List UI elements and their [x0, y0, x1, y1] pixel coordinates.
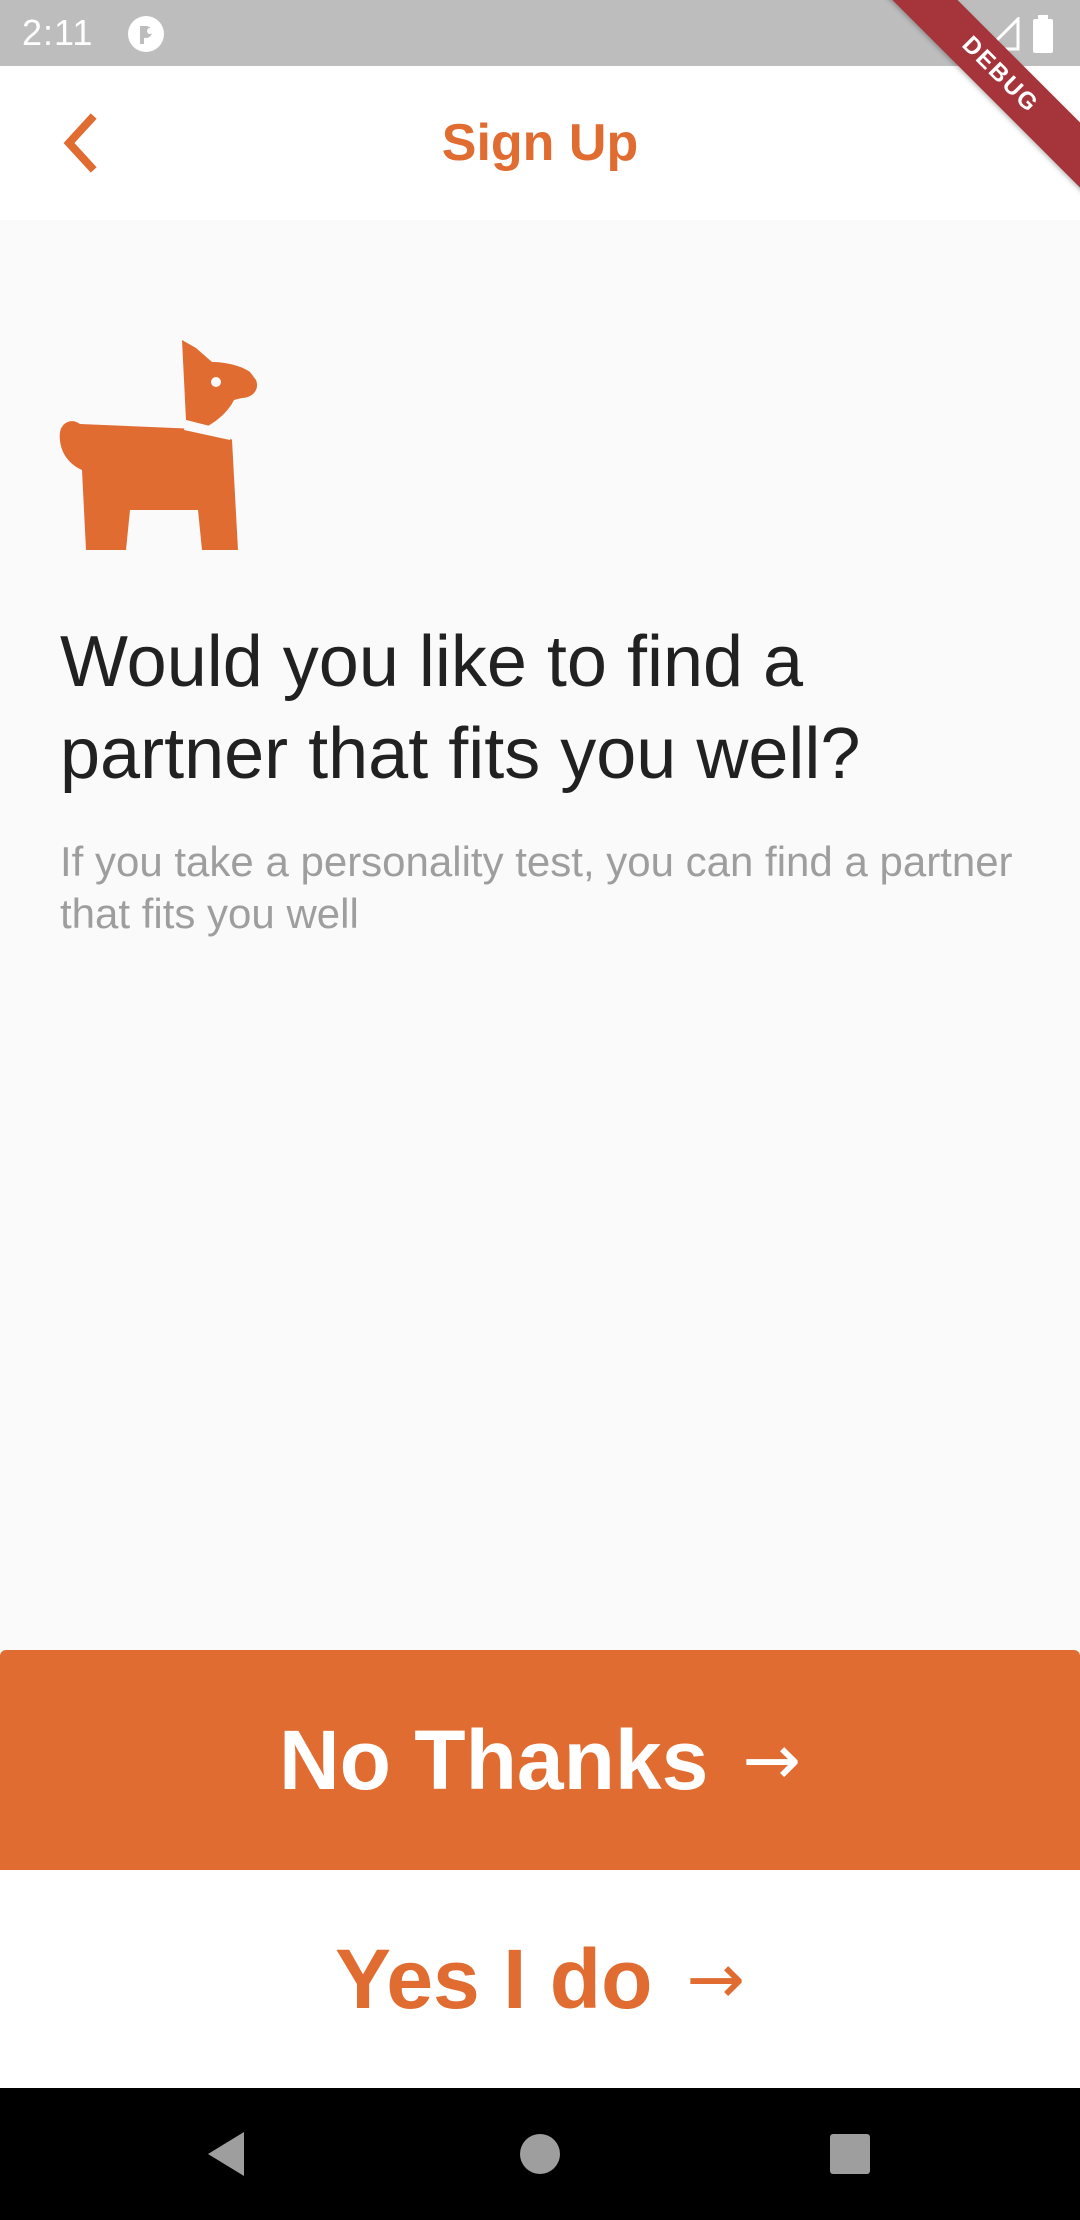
no-thanks-button[interactable]: No Thanks → [0, 1650, 1080, 1870]
arrow-right-icon: → [686, 1938, 746, 2020]
yes-i-do-button[interactable]: Yes I do → [0, 1870, 1080, 2088]
nav-back-button[interactable] [196, 2124, 256, 2184]
nav-home-button[interactable] [510, 2124, 570, 2184]
nav-recents-button[interactable] [820, 2124, 880, 2184]
home-circle-icon [520, 2134, 560, 2174]
status-time: 2:11 [22, 12, 94, 53]
content: Would you like to find a partner that fi… [59, 340, 1020, 940]
no-thanks-label: No Thanks [278, 1712, 709, 1807]
dog-icon [59, 340, 258, 550]
arrow-right-icon: → [742, 1719, 802, 1801]
system-nav-bar [0, 2088, 1080, 2220]
back-triangle-icon [208, 2132, 244, 2176]
recents-square-icon [830, 2134, 870, 2174]
subtext: If you take a personality test, you can … [60, 838, 1013, 937]
page-title: Sign Up [441, 114, 639, 172]
headline: Would you like to find a partner that fi… [60, 622, 861, 794]
app-bar: Sign Up [0, 66, 1080, 220]
chevron-left-icon [63, 113, 97, 173]
yes-i-do-label: Yes I do [334, 1931, 653, 2026]
back-button[interactable] [44, 108, 114, 178]
battery-icon [1033, 15, 1053, 53]
app-notification-icon [128, 16, 164, 52]
